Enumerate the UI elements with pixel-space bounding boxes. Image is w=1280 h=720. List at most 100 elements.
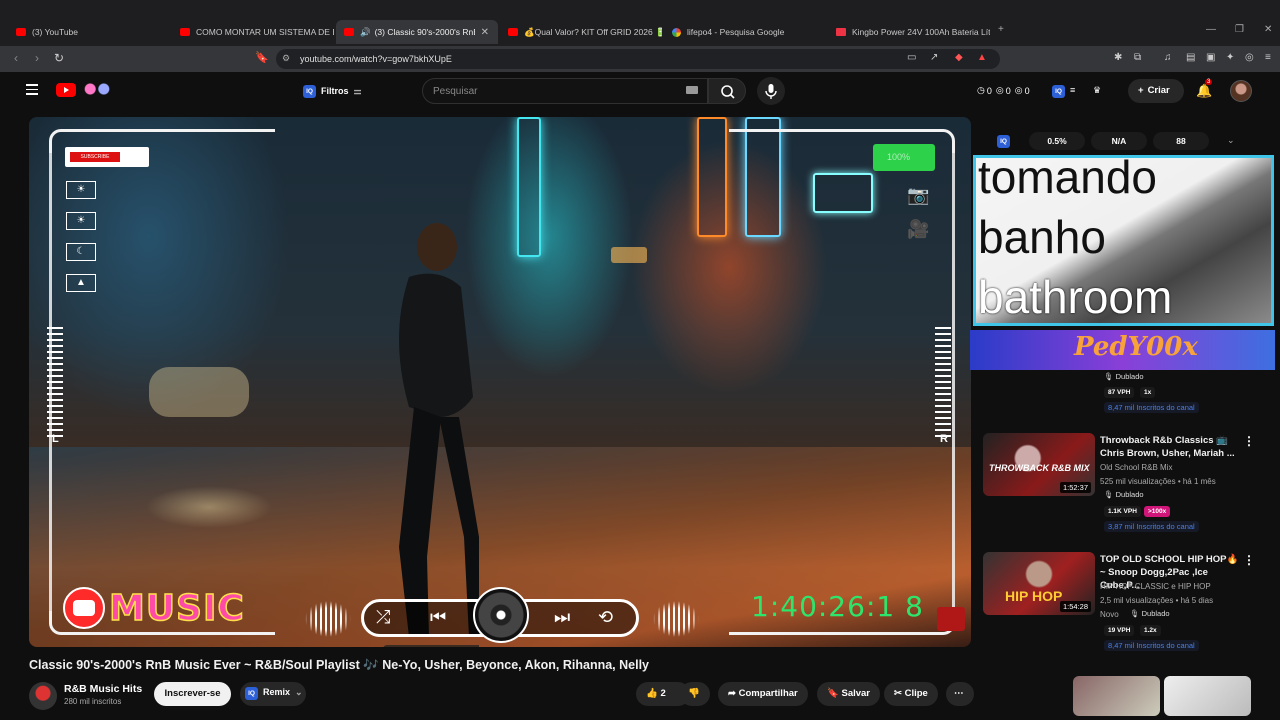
caption-line: bathroom	[978, 271, 1173, 323]
video-thumbnail[interactable]: HIP HOP 1:54:28	[983, 552, 1095, 615]
multiplier-chip: 1x	[1140, 387, 1156, 398]
music-extension-icon[interactable]: ♫	[1164, 52, 1172, 63]
vpn-icon[interactable]: ◎	[1245, 52, 1254, 63]
search-icon	[721, 85, 735, 99]
video-title-main: Classic 90's-2000's RnB Music Ever ~ R&B…	[29, 658, 649, 672]
doodle-logo[interactable]	[80, 81, 114, 97]
share-page-icon[interactable]: ↗	[930, 52, 938, 63]
brightness-icon: ☀	[66, 181, 96, 199]
browser-tab-sistema[interactable]: COMO MONTAR UM SISTEMA DE EN	[172, 20, 334, 44]
plus-icon: +	[1138, 85, 1144, 96]
close-tab-icon[interactable]: ✕	[481, 27, 489, 38]
stat-na: N/A	[1091, 132, 1147, 150]
vph-chip: 1.1K VPH	[1104, 506, 1141, 517]
shop-favicon-icon	[836, 28, 846, 36]
vph-chip: 19 VPH	[1104, 625, 1135, 636]
iq-icon: IQ	[245, 687, 258, 700]
video-title[interactable]: Throwback R&b Classics 📺 Chris Brown, Us…	[1100, 434, 1240, 460]
youtube-favicon-icon	[344, 28, 354, 36]
skater-figure	[383, 223, 479, 647]
dislike-button[interactable]: 👎	[680, 682, 710, 706]
eye-icon: ◷	[977, 85, 985, 95]
more-options-icon[interactable]: ⋮	[1243, 434, 1255, 448]
new-tab-icon[interactable]: +	[998, 24, 1004, 35]
brightness-icon: ☀	[66, 212, 96, 230]
neon-sign	[517, 117, 541, 257]
iq-icon[interactable]: IQ	[1052, 85, 1065, 98]
video-camera-icon: 🎥	[907, 219, 930, 239]
rewards-icon[interactable]: ▲	[977, 52, 987, 63]
stat-percent: 0.5%	[1029, 132, 1085, 150]
youtube-favicon-icon	[16, 28, 26, 36]
browser-tab-active[interactable]: 🔊(3) Classic 90's-2000's RnB M✕	[336, 20, 498, 44]
browser-tab-kit-off-grid[interactable]: 💰Qual Valor? KIT Off GRID 2026 🔋🪫	[500, 20, 662, 44]
clip-button[interactable]: ✂ Clipe	[884, 682, 938, 706]
minimize-icon[interactable]: —	[1206, 24, 1216, 35]
more-options-icon[interactable]: ⋮	[1243, 553, 1255, 567]
sidebar-icon[interactable]: ▤	[1186, 52, 1195, 63]
subscribe-sticker: SUBSCRIBE	[65, 147, 149, 167]
meter-label-left: L	[52, 433, 59, 445]
restore-icon[interactable]: ❐	[1235, 24, 1244, 35]
youtube-logo-icon[interactable]	[56, 83, 76, 97]
landscape-icon: ▲	[66, 274, 96, 292]
save-button[interactable]: 🔖 Salvar	[817, 682, 881, 706]
video-thumbnail[interactable]: THROWBACK R&B MIX 1:52:37	[983, 433, 1095, 496]
site-info-icon[interactable]: ⚙	[282, 53, 290, 64]
channel-name-main[interactable]: R&B Music Hits	[64, 683, 142, 695]
share-button[interactable]: ➦ Compartilhar	[718, 682, 808, 706]
notifications-button[interactable]: 🔔 3	[1196, 79, 1213, 99]
video-thumbnail[interactable]	[1164, 676, 1251, 716]
caption-line: banho	[978, 211, 1106, 263]
extension-icon[interactable]: ⧉	[1134, 52, 1141, 63]
channel-name[interactable]: HIP HOP CLASSIC e HIP HOP	[1100, 582, 1211, 591]
bell-icon: 🔔	[1196, 83, 1213, 98]
channel-avatar[interactable]	[29, 682, 57, 710]
reload-icon[interactable]: ↻	[54, 51, 64, 65]
more-actions-button[interactable]: ⋯	[946, 682, 974, 706]
extension-counters: ◷ 0 ◎ 0 ◎ 0	[977, 85, 1030, 96]
channel-name[interactable]: Old School R&B Mix	[1100, 463, 1172, 472]
create-button[interactable]: + Criar	[1128, 79, 1184, 103]
chevron-down-icon[interactable]: ⌄	[1227, 135, 1235, 146]
sparkle-icon[interactable]: ✦	[1226, 52, 1234, 63]
youtube-header: IQ Filtros ⚌ Pesquisar ◷ 0 ◎ 0 ◎ 0 IQ ≡ ♛ +…	[0, 72, 1280, 110]
video-player[interactable]: SUBSCRIBE ☀ ☀ ☾ ▲ 100% 📷 🎥 L R MUSIC ⤮ ⏮…	[29, 117, 971, 647]
url-field[interactable]: ⚙ youtube.com/watch?v=gow7bkhXUpE	[276, 49, 1000, 69]
close-window-icon[interactable]: ✕	[1264, 24, 1272, 35]
brave-shield-icon[interactable]: ◆	[955, 52, 963, 63]
filters-button[interactable]: IQ Filtros ⚌	[303, 81, 362, 101]
video-thumbnail[interactable]	[983, 676, 1070, 716]
browser-menu-icon[interactable]: ≡	[1265, 52, 1271, 63]
browser-tab-kingbo[interactable]: Kingbo Power 24V 100Ah Bateria Lít	[828, 20, 990, 44]
youtube-favicon-icon	[180, 28, 190, 36]
browser-tab-google[interactable]: lifepo4 - Pesquisa Google	[664, 20, 826, 44]
wallet-icon[interactable]: ▣	[1206, 52, 1215, 63]
channel-subscriber-count: 280 mil inscritos	[64, 697, 122, 706]
meter-label-right: R	[940, 433, 948, 445]
menu-icon[interactable]	[26, 84, 38, 98]
search-button[interactable]	[708, 78, 746, 104]
forward-icon[interactable]: ›	[35, 51, 39, 65]
bookmark-icon[interactable]: 🔖	[255, 51, 269, 64]
remix-button[interactable]: IQ Remix ⌄	[240, 682, 306, 706]
cast-icon[interactable]: ▭	[907, 52, 916, 63]
search-input[interactable]: Pesquisar	[422, 78, 708, 104]
video-thumbnail[interactable]	[1073, 676, 1160, 716]
more-options-icon: ⋯	[954, 688, 964, 699]
dubbed-badge: 🎙 Dublado	[1130, 609, 1170, 618]
trophy-icon[interactable]: ♛	[1093, 85, 1101, 96]
browser-tab-youtube[interactable]: (3) YouTube	[8, 20, 168, 44]
avatar[interactable]	[1230, 80, 1252, 102]
chevron-down-icon: ⌄	[295, 687, 303, 697]
voice-search-button[interactable]	[757, 77, 785, 105]
back-icon[interactable]: ‹	[14, 51, 18, 65]
subscribe-button[interactable]: Inscrever-se	[154, 682, 231, 706]
list-icon[interactable]: ≡	[1070, 85, 1075, 95]
keyboard-icon[interactable]	[686, 86, 698, 94]
camera-icon: 📷	[907, 185, 930, 205]
car-headlights	[149, 367, 249, 417]
neon-sign	[813, 173, 873, 213]
extension-puzzle-icon[interactable]: ✱	[1114, 52, 1122, 63]
vph-chip: 87 VPH	[1104, 387, 1135, 398]
